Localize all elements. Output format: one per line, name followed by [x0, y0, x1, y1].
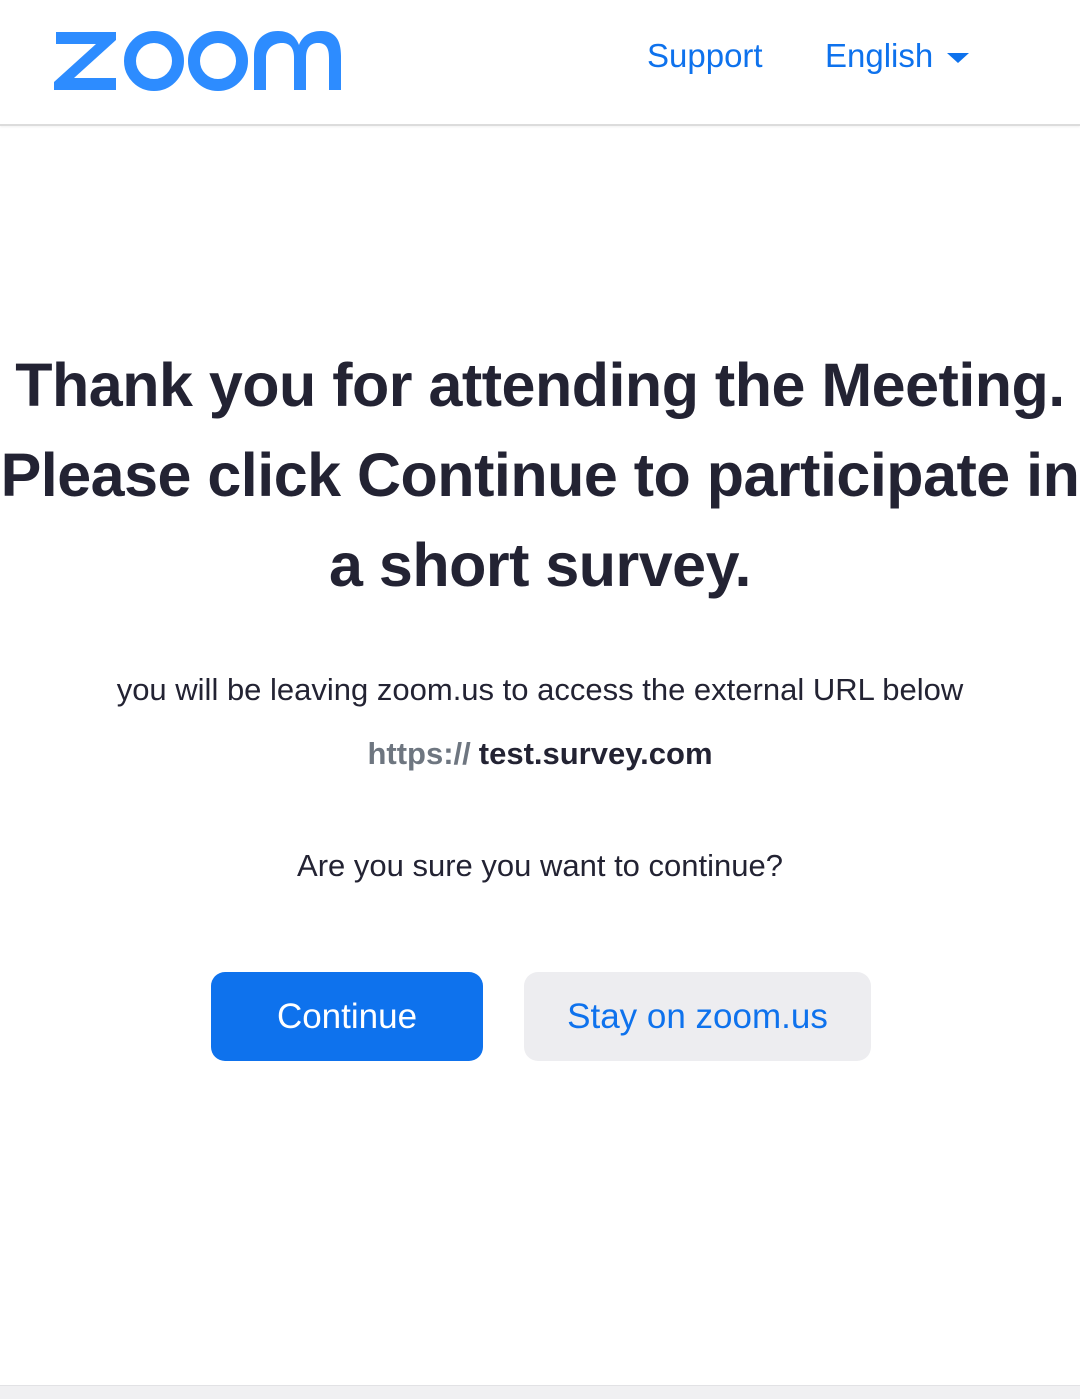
url-host: test.survey.com — [478, 736, 713, 771]
zoom-logo[interactable] — [50, 18, 345, 100]
headline-line-2: Please click Continue to participate in — [0, 441, 1080, 509]
language-dropdown[interactable]: English — [825, 36, 970, 76]
url-scheme: https:// — [367, 736, 471, 771]
support-link[interactable]: Support — [647, 36, 763, 76]
external-url: https://test.survey.com — [0, 734, 1080, 774]
leaving-notice: you will be leaving zoom.us to access th… — [116, 672, 964, 707]
bottom-bar — [0, 1385, 1080, 1399]
confirm-question: Are you sure you want to continue? — [297, 848, 783, 883]
headline-line-1: Thank you for attending the Meeting. — [15, 351, 1065, 419]
language-label: English — [825, 37, 934, 74]
top-header: Support English — [0, 0, 1080, 126]
page-title: Thank you for attending the Meeting. Ple… — [0, 340, 1080, 610]
headline-line-3: a short survey. — [329, 531, 751, 599]
continue-button[interactable]: Continue — [211, 972, 483, 1061]
stay-on-zoom-button[interactable]: Stay on zoom.us — [524, 972, 871, 1061]
chevron-down-icon — [947, 53, 970, 63]
